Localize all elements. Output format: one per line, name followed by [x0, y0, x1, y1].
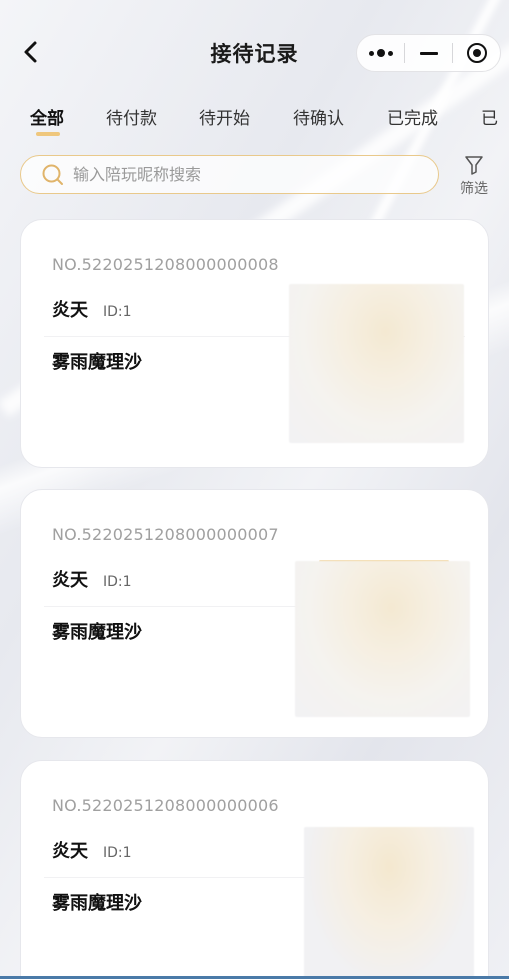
user-id: ID:1	[103, 574, 132, 590]
order-card[interactable]: NO.5220251208000000007 炎天 ID:1 雾雨魔理沙	[20, 489, 489, 738]
character-name: 雾雨魔理沙	[52, 893, 142, 914]
character-name: 雾雨魔理沙	[52, 622, 142, 643]
order-card[interactable]: NO.5220251208000000006 炎天 ID:1 雾雨魔理沙	[20, 760, 489, 979]
minimize-icon	[419, 51, 438, 55]
user-name: 炎天	[52, 300, 88, 321]
user-row: 炎天 ID:1	[52, 296, 132, 322]
character-name: 雾雨魔理沙	[52, 352, 142, 373]
active-tab-indicator	[36, 132, 60, 136]
tab-pending-start[interactable]: 待开始	[199, 104, 250, 129]
avatar-image	[289, 284, 464, 443]
user-row: 炎天 ID:1	[52, 566, 132, 592]
filter-button[interactable]: 筛选	[452, 154, 496, 198]
order-number: NO.5220251208000000006	[52, 796, 279, 815]
tab-all[interactable]: 全部	[30, 104, 64, 129]
order-card[interactable]: NO.5220251208000000008 炎天 ID:1 雾雨魔理沙	[20, 219, 489, 468]
user-name: 炎天	[52, 841, 88, 862]
record-circle-icon	[466, 43, 487, 63]
tab-pending-confirm[interactable]: 待确认	[293, 104, 344, 129]
avatar-image	[304, 827, 474, 979]
search-bar[interactable]	[20, 155, 439, 194]
more-button[interactable]	[357, 34, 404, 72]
user-id: ID:1	[103, 845, 132, 861]
filter-funnel-icon	[465, 156, 483, 175]
search-icon	[42, 164, 63, 185]
status-tabs: 全部 待付款 待开始 待确认 已完成 已	[0, 102, 509, 142]
tab-overflow[interactable]: 已	[481, 104, 498, 129]
tab-completed[interactable]: 已完成	[387, 104, 438, 129]
user-name: 炎天	[52, 570, 88, 591]
filter-label: 筛选	[460, 181, 488, 197]
minimize-button[interactable]	[405, 34, 452, 72]
order-number: NO.5220251208000000008	[52, 255, 279, 274]
tab-pending-payment[interactable]: 待付款	[106, 104, 157, 129]
user-row: 炎天 ID:1	[52, 837, 132, 863]
close-mini-program-button[interactable]	[453, 34, 500, 72]
avatar-image	[295, 561, 470, 717]
navigation-bar: 接待记录	[0, 0, 509, 104]
user-id: ID:1	[103, 304, 132, 320]
search-input[interactable]	[73, 165, 438, 184]
more-dots-icon	[368, 49, 393, 57]
order-number: NO.5220251208000000007	[52, 525, 279, 544]
mini-program-capsule	[356, 34, 501, 72]
